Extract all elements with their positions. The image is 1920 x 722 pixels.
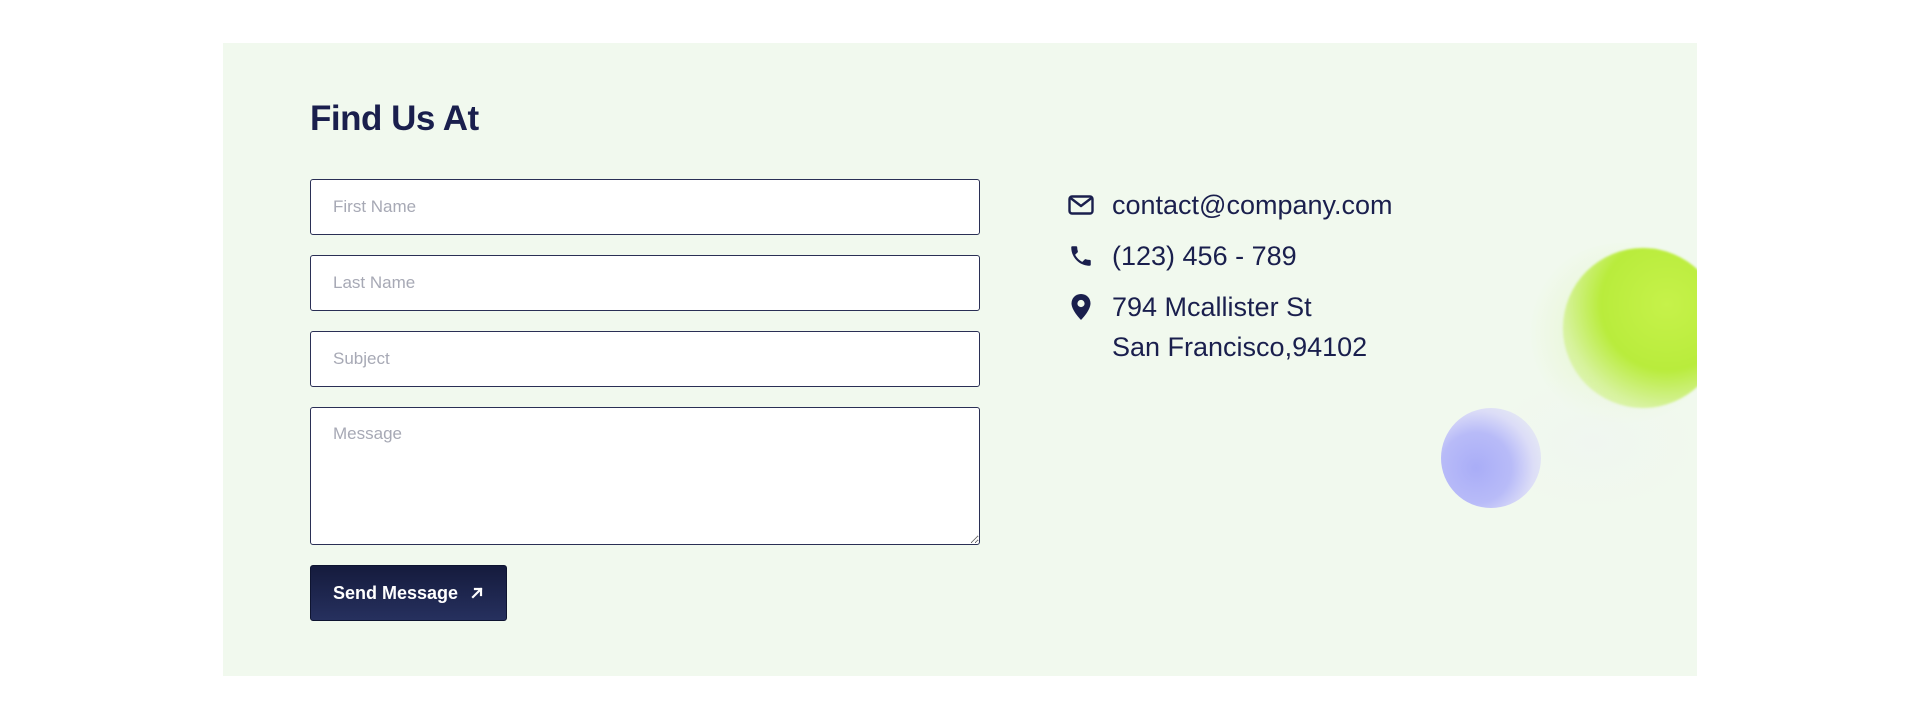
- contact-address-row: 794 Mcallister St San Francisco,94102: [1067, 292, 1367, 367]
- section-title: Find Us At: [310, 99, 479, 138]
- last-name-input[interactable]: [310, 255, 980, 311]
- first-name-input[interactable]: [310, 179, 980, 235]
- message-textarea[interactable]: [310, 407, 980, 545]
- address-line-2: San Francisco,94102: [1112, 332, 1368, 362]
- send-message-label: Send Message: [332, 582, 459, 603]
- decorative-blue-orb: [1441, 408, 1541, 508]
- contact-phone[interactable]: (123) 456 - 789: [1112, 236, 1297, 276]
- contact-phone-row: (123) 456 - 789: [1067, 241, 1297, 276]
- send-message-button[interactable]: Send Message: [310, 565, 507, 621]
- contact-address: 794 Mcallister St San Francisco,94102: [1112, 287, 1367, 367]
- contact-section: Find Us At Send Message contact@company.…: [223, 43, 1697, 676]
- address-line-1: 794 Mcallister St: [1112, 292, 1312, 322]
- envelope-icon: [1067, 191, 1095, 219]
- contact-email[interactable]: contact@company.com: [1112, 185, 1393, 225]
- contact-email-row: contact@company.com: [1067, 190, 1393, 225]
- arrow-up-right-icon: [470, 586, 484, 600]
- subject-input[interactable]: [310, 331, 980, 387]
- phone-icon: [1067, 242, 1095, 270]
- map-pin-icon: [1067, 293, 1095, 321]
